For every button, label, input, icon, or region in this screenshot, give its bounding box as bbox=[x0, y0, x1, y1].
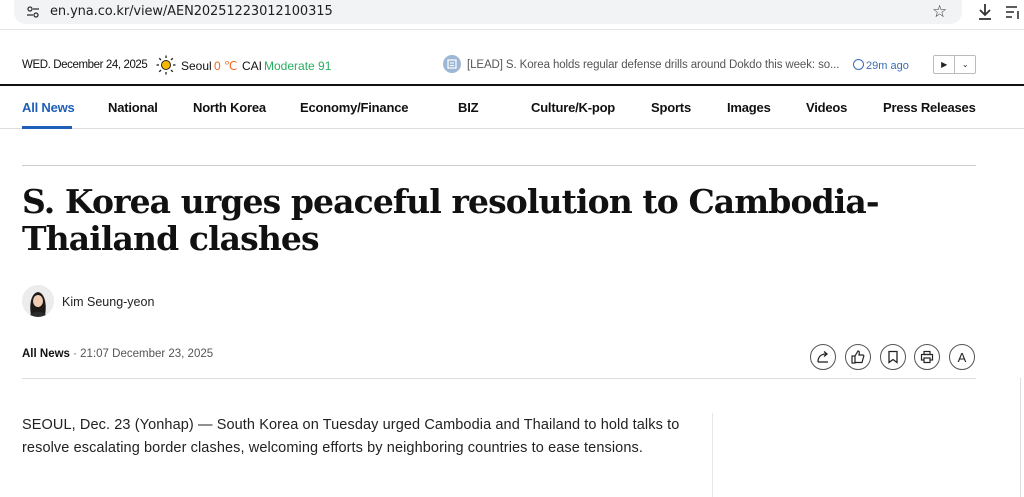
tab-search-icon[interactable] bbox=[1005, 3, 1021, 21]
share-button[interactable] bbox=[810, 344, 836, 370]
article-meta: All News · 21:07 December 23, 2025 bbox=[22, 348, 213, 360]
author-name[interactable]: Kim Seung-yeon bbox=[62, 295, 154, 309]
font-size-icon: A bbox=[957, 349, 967, 365]
font-size-button[interactable]: A bbox=[949, 344, 975, 370]
ticker-controls: ▶ ⌄ bbox=[933, 55, 976, 74]
article-timestamp: · 21:07 December 23, 2025 bbox=[73, 348, 214, 360]
download-icon[interactable] bbox=[976, 2, 994, 22]
nav-item-biz[interactable]: BIZ bbox=[458, 100, 479, 115]
main-nav: All News National North Korea Economy/Fi… bbox=[0, 86, 1024, 129]
column-divider bbox=[712, 413, 713, 497]
news-ticker-headline[interactable]: [LEAD] S. Korea holds regular defense dr… bbox=[467, 59, 839, 71]
nav-item-economy-finance[interactable]: Economy/Finance bbox=[300, 100, 408, 115]
ticker-time: 29m ago bbox=[866, 60, 909, 72]
play-icon[interactable]: ▶ bbox=[934, 56, 954, 73]
print-button[interactable] bbox=[914, 344, 940, 370]
bookmark-icon bbox=[888, 350, 898, 364]
browser-toolbar: en.yna.co.kr/view/AEN20251223012100315 ☆ bbox=[0, 0, 1024, 30]
current-date: WED. December 24, 2025 bbox=[22, 59, 148, 71]
nav-item-press-releases[interactable]: Press Releases bbox=[883, 100, 976, 115]
like-button[interactable] bbox=[845, 344, 871, 370]
divider bbox=[22, 378, 976, 379]
article-headline: S. Korea urges peaceful resolution to Ca… bbox=[22, 182, 880, 258]
nav-item-videos[interactable]: Videos bbox=[806, 100, 847, 115]
nav-item-culture-kpop[interactable]: Culture/K-pop bbox=[531, 100, 615, 115]
nav-item-sports[interactable]: Sports bbox=[651, 100, 691, 115]
weather-city: Seoul bbox=[181, 59, 212, 73]
site-settings-icon[interactable] bbox=[26, 5, 40, 19]
url-text[interactable]: en.yna.co.kr/view/AEN20251223012100315 bbox=[50, 4, 333, 19]
thumbs-up-icon bbox=[851, 350, 865, 364]
clock-icon bbox=[853, 59, 864, 70]
author-avatar[interactable] bbox=[22, 285, 54, 317]
bookmark-star-icon[interactable]: ☆ bbox=[932, 2, 947, 22]
cai-label: CAI bbox=[242, 59, 263, 73]
sidebar-edge bbox=[1020, 378, 1021, 497]
print-icon bbox=[920, 350, 934, 364]
article-body: SEOUL, Dec. 23 (Yonhap) — South Korea on… bbox=[22, 417, 680, 456]
news-ticker-icon bbox=[443, 55, 461, 73]
share-icon bbox=[817, 351, 829, 363]
sun-icon bbox=[156, 55, 176, 75]
divider bbox=[22, 165, 976, 166]
article-section[interactable]: All News bbox=[22, 348, 70, 360]
bookmark-button[interactable] bbox=[880, 344, 906, 370]
nav-item-images[interactable]: Images bbox=[727, 100, 771, 115]
chevron-down-icon[interactable]: ⌄ bbox=[954, 56, 975, 73]
nav-item-national[interactable]: National bbox=[108, 100, 158, 115]
nav-item-all-news[interactable]: All News bbox=[22, 100, 75, 115]
cai-status: Moderate 91 bbox=[264, 59, 332, 73]
active-tab-indicator bbox=[22, 126, 72, 129]
info-bar: WED. December 24, 2025 Seoul 0 ℃ CAI Mod… bbox=[0, 50, 1024, 84]
weather-temp: 0 ℃ bbox=[214, 59, 238, 73]
nav-item-north-korea[interactable]: North Korea bbox=[193, 100, 266, 115]
